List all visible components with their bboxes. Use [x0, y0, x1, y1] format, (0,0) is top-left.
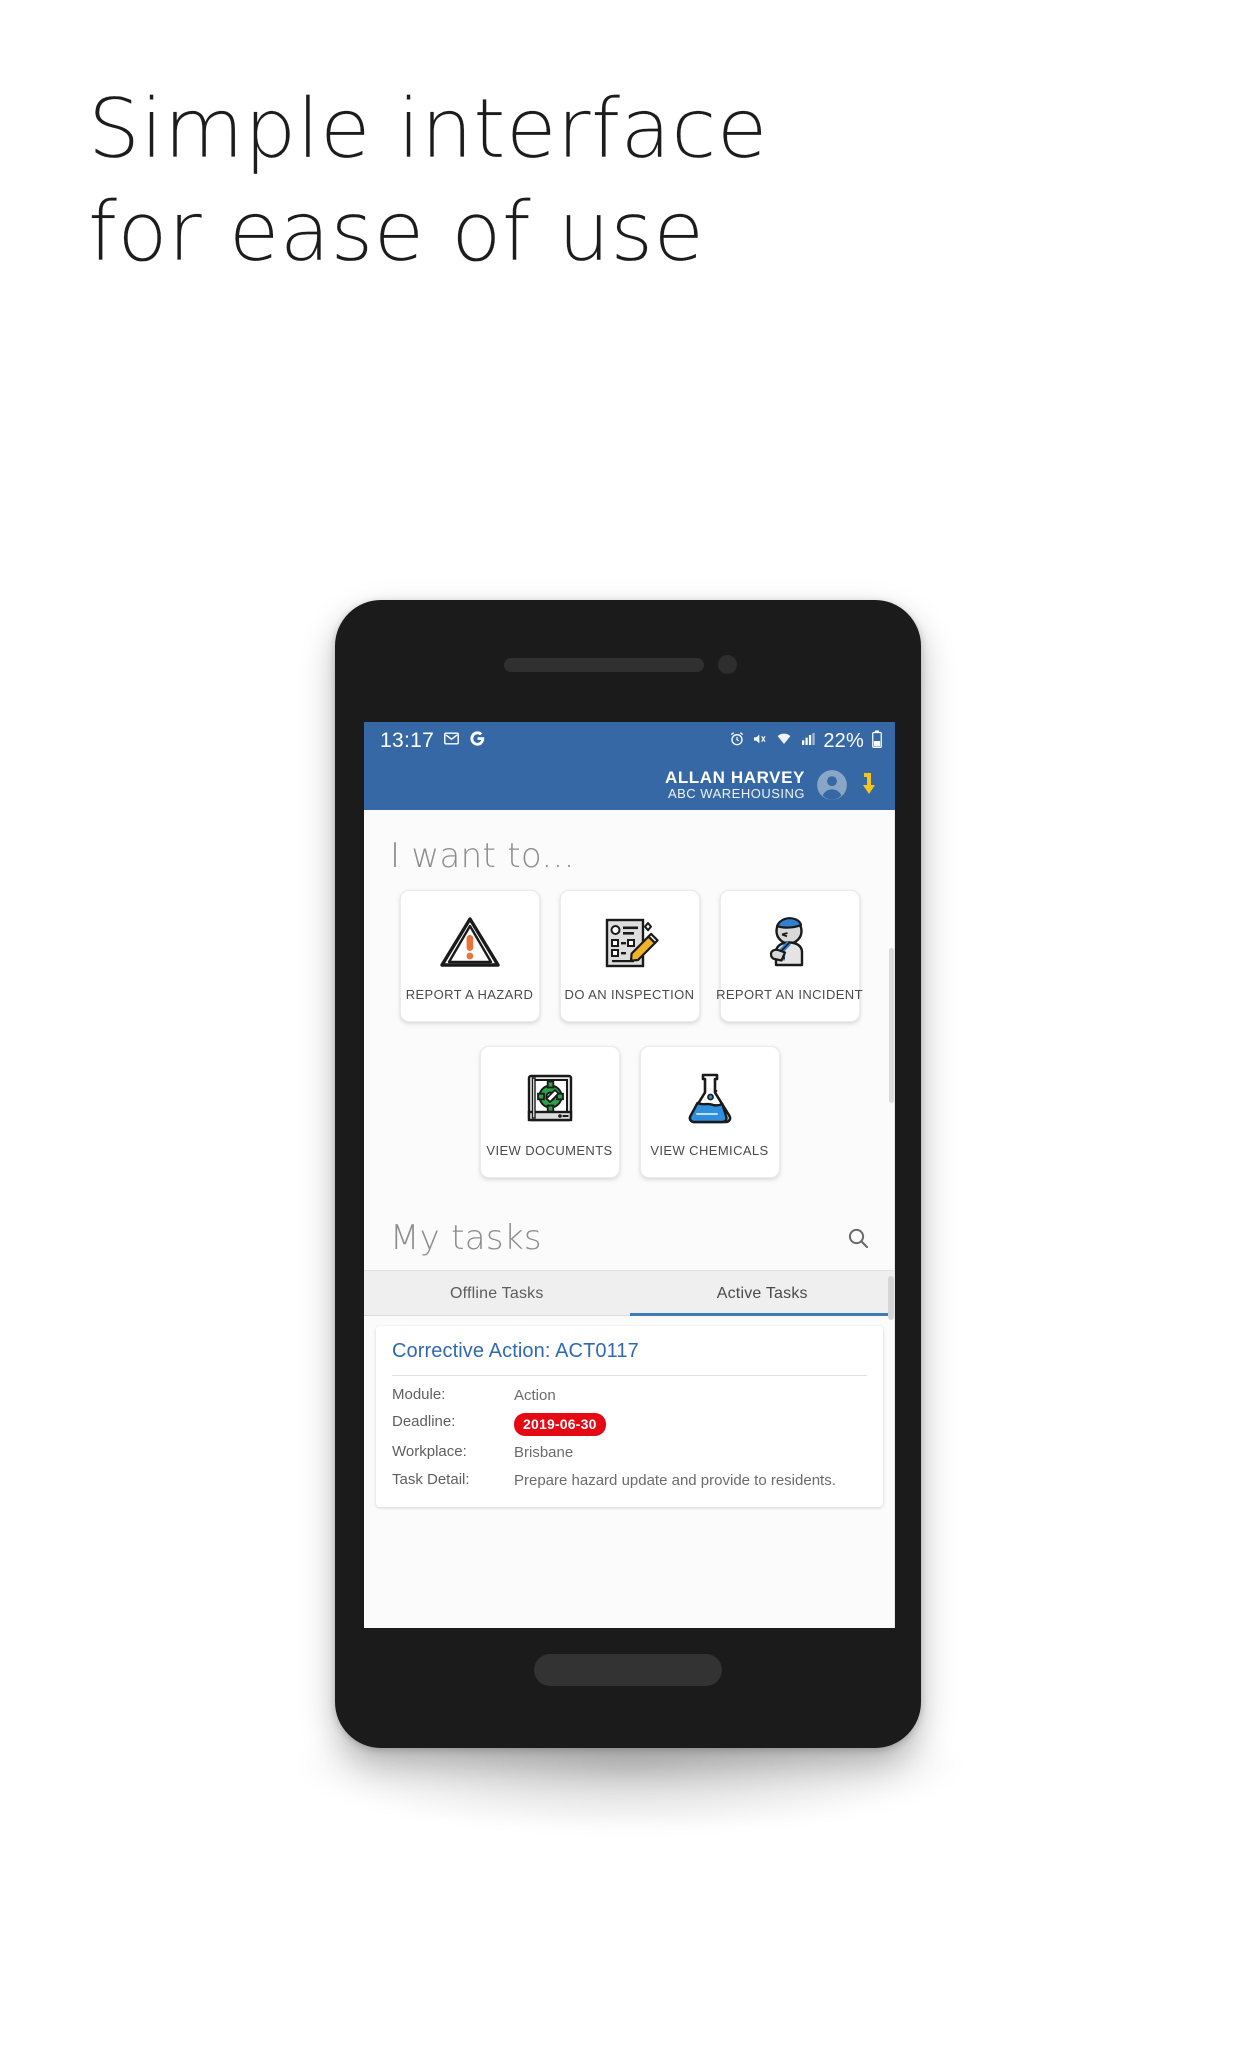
tab-label: Offline Tasks [449, 1284, 544, 1302]
tile-label: REPORT AN INCIDENT [716, 987, 863, 1002]
status-bar-left: 13:17 [380, 729, 486, 753]
my-tasks-title: My tasks [390, 1218, 542, 1258]
task-row: Workplace: Brisbane [392, 1443, 867, 1463]
tab-label: Active Tasks [716, 1284, 808, 1302]
logout-arrow-icon[interactable] [859, 769, 885, 801]
active-tab-indicator [629, 1313, 895, 1316]
field-value: Action [514, 1387, 556, 1404]
google-icon [469, 730, 486, 752]
task-row: Task Detail: Prepare hazard update and p… [392, 1471, 867, 1491]
tile-label: VIEW CHEMICALS [650, 1143, 769, 1158]
warning-triangle-icon [438, 907, 502, 979]
phone-screen: 13:17 22% ALLAN HARVEY ABC WAREHOUSING I… [364, 722, 895, 1628]
status-bar-right: 22% [729, 730, 883, 753]
want-to-section: I want to... [364, 810, 895, 890]
front-camera-icon [718, 655, 737, 674]
search-icon[interactable] [843, 1223, 873, 1253]
task-title: Corrective Action: ACT0117 [392, 1340, 639, 1362]
signal-icon [800, 731, 816, 752]
scrollbar-thumb-inner[interactable] [888, 1276, 894, 1320]
status-time: 13:17 [380, 729, 435, 752]
mail-icon [443, 730, 460, 752]
tab-divider [364, 1315, 630, 1316]
scrollbar-track[interactable] [894, 810, 895, 1628]
field-label: Module: [392, 1386, 446, 1403]
status-badge: 2019-06-30 [514, 1413, 606, 1437]
injured-person-icon [758, 907, 822, 979]
field-label: Task Detail: [392, 1470, 470, 1488]
mute-icon [752, 731, 768, 752]
tile-label: DO AN INSPECTION [564, 987, 695, 1002]
headline-line-2: for ease of use [88, 185, 705, 281]
clipboard-pencil-icon [598, 907, 662, 979]
tab-active-tasks[interactable]: Active Tasks [630, 1271, 896, 1316]
user-info: ALLAN HARVEY ABC WAREHOUSING [665, 768, 805, 802]
field-value: Brisbane [514, 1444, 574, 1462]
quick-actions-row-1: REPORT A HAZARD DO AN INSPECTION REPORT … [364, 890, 895, 1022]
task-fields: Module: Action Deadline: 2019-06-30 Work… [392, 1386, 867, 1491]
field-value: Prepare hazard update and provide to res… [514, 1471, 836, 1489]
screen-content: I want to... REPORT A HAZARD DO AN INSPE… [364, 810, 895, 1628]
tile-do-an-inspection[interactable]: DO AN INSPECTION [559, 890, 700, 1022]
task-list: Corrective Action: ACT0117 Module: Actio… [364, 1316, 895, 1507]
field-label: Workplace: [392, 1443, 467, 1461]
task-row: Module: Action [392, 1386, 867, 1406]
tasks-tabs: Offline Tasks Active Tasks [364, 1270, 895, 1316]
user-name: ALLAN HARVEY [664, 768, 805, 788]
status-bar: 13:17 22% [364, 722, 895, 760]
divider [392, 1375, 867, 1376]
battery-icon [871, 729, 883, 753]
wifi-icon [775, 731, 793, 752]
tile-label: REPORT A HAZARD [405, 987, 534, 1002]
task-row: Deadline: 2019-06-30 [392, 1413, 867, 1437]
want-to-title: I want to... [390, 836, 575, 876]
alarm-icon [729, 731, 745, 752]
flask-icon [678, 1063, 742, 1135]
book-gear-icon [518, 1063, 582, 1135]
battery-percent: 22% [823, 729, 864, 752]
page-title: Simple interface for ease of use [88, 78, 988, 285]
poster-page: Simple interface for ease of use 13:17 2… [0, 0, 1248, 2050]
tab-offline-tasks[interactable]: Offline Tasks [364, 1271, 630, 1316]
home-button[interactable] [534, 1654, 722, 1686]
tile-report-a-hazard[interactable]: REPORT A HAZARD [399, 890, 540, 1022]
task-card[interactable]: Corrective Action: ACT0117 Module: Actio… [376, 1326, 883, 1507]
app-header: ALLAN HARVEY ABC WAREHOUSING [364, 760, 895, 810]
tile-view-chemicals[interactable]: VIEW CHEMICALS [639, 1046, 780, 1178]
tile-view-documents[interactable]: VIEW DOCUMENTS [479, 1046, 620, 1178]
field-label: Deadline: [392, 1413, 456, 1431]
my-tasks-header: My tasks [364, 1212, 895, 1270]
quick-actions-row-2: VIEW DOCUMENTS VIEW CHEMICALS [364, 1046, 895, 1178]
phone-device: 13:17 22% ALLAN HARVEY ABC WAREHOUSING I… [335, 600, 921, 1748]
account-circle-icon[interactable] [815, 768, 849, 802]
headline-line-1: Simple interface [88, 82, 768, 177]
earpiece-speaker [504, 658, 704, 672]
organisation-name: ABC WAREHOUSING [667, 786, 805, 802]
tile-label: VIEW DOCUMENTS [486, 1143, 613, 1158]
scrollbar-thumb[interactable] [889, 948, 894, 1103]
tile-report-an-incident[interactable]: REPORT AN INCIDENT [716, 890, 863, 1022]
